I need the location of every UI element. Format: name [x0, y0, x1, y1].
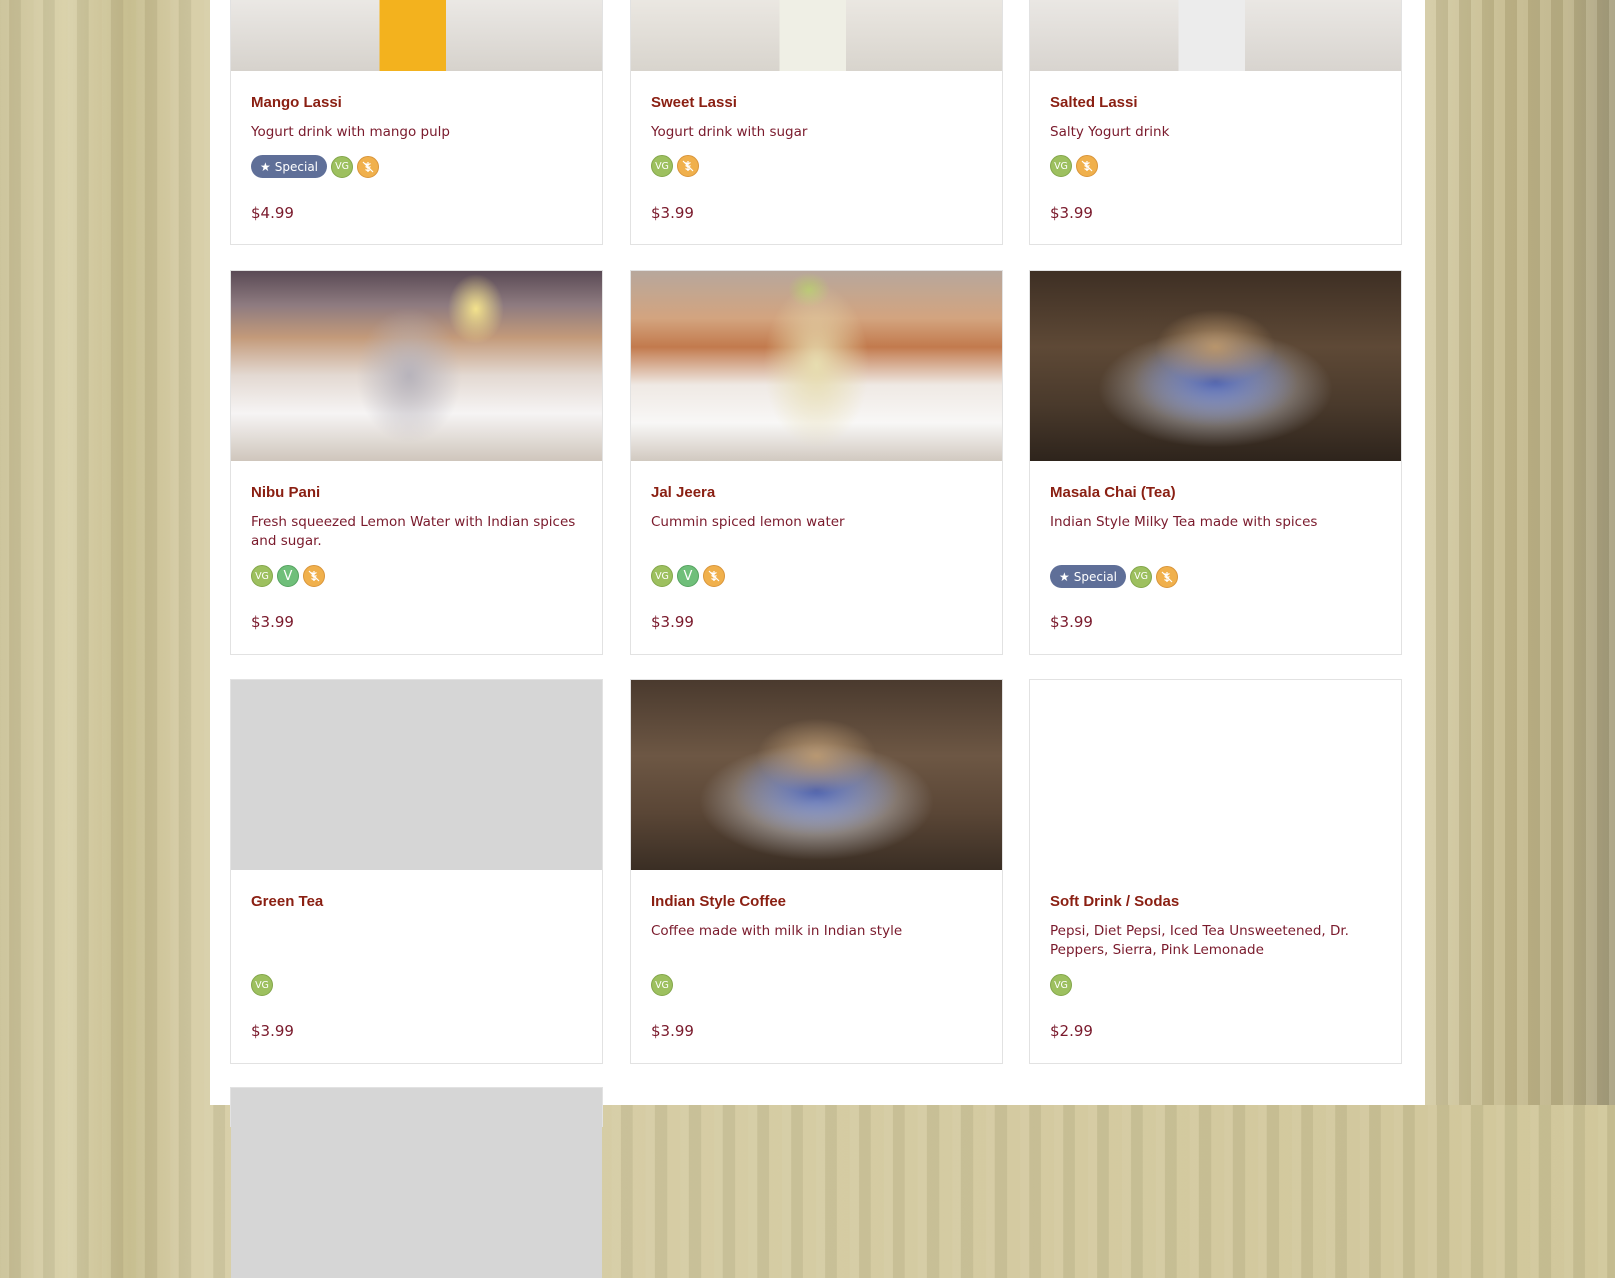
vegetarian-icon: VG	[651, 565, 673, 587]
item-description: Cummin spiced lemon water	[651, 514, 845, 530]
vegan-icon: V	[277, 565, 299, 587]
item-badges: VG	[651, 974, 673, 996]
item-description: Yogurt drink with sugar	[651, 124, 808, 140]
item-price: $3.99	[251, 1022, 294, 1040]
item-description: Pepsi, Diet Pepsi, Iced Tea Unsweetened,…	[1050, 923, 1349, 958]
gluten-free-icon	[357, 155, 380, 178]
item-badges: VG	[1050, 155, 1098, 177]
item-title: Indian Style Coffee	[651, 893, 787, 910]
vegetarian-icon: VG	[651, 155, 673, 177]
item-photo	[1030, 271, 1401, 461]
item-price: $3.99	[251, 613, 294, 631]
item-badges: VG V	[651, 565, 725, 587]
item-price: $3.99	[651, 1022, 694, 1040]
item-badges: ★ Special VG	[251, 155, 380, 178]
item-title: Salted Lassi	[1050, 94, 1138, 111]
gluten-free-icon	[1156, 565, 1179, 588]
vegetarian-icon: VG	[251, 565, 273, 587]
menu-item-card[interactable]: Jal Jeera Cummin spiced lemon water VG V…	[630, 270, 1003, 655]
item-description: Indian Style Milky Tea made with spices	[1050, 514, 1318, 530]
item-title: Mango Lassi	[251, 94, 342, 111]
item-badges: VG	[651, 155, 699, 177]
menu-item-card[interactable]: Green Tea VG $3.99	[230, 679, 603, 1064]
item-photo	[631, 680, 1002, 870]
gluten-free-icon	[303, 565, 325, 587]
item-photo-placeholder	[231, 1088, 602, 1278]
item-price: $3.99	[651, 613, 694, 631]
item-price: $3.99	[651, 204, 694, 222]
gluten-free-icon	[703, 565, 725, 587]
vegetarian-icon: VG	[1050, 155, 1072, 177]
vegetarian-icon: VG	[1130, 565, 1153, 588]
vegetarian-icon: VG	[331, 155, 354, 178]
menu-item-card[interactable]: Mango Lassi Yogurt drink with mango pulp…	[230, 0, 603, 245]
item-photo	[631, 271, 1002, 461]
menu-item-card[interactable]: Indian Style Coffee Coffee made with mil…	[630, 679, 1003, 1064]
vegetarian-icon: VG	[651, 974, 673, 996]
item-photo	[231, 271, 602, 461]
item-photo-placeholder	[231, 680, 602, 870]
special-badge: ★ Special	[1050, 565, 1127, 588]
item-badges: ★ Special VG	[1050, 565, 1179, 588]
gluten-free-icon	[677, 155, 699, 177]
item-title: Soft Drink / Sodas	[1050, 893, 1180, 910]
item-title: Nibu Pani	[251, 484, 321, 501]
menu-item-card[interactable]: Salted Lassi Salty Yogurt drink VG $3.99	[1029, 0, 1402, 245]
star-icon: ★	[1059, 569, 1070, 584]
menu-item-card[interactable]: Soft Drink / Sodas Pepsi, Diet Pepsi, Ic…	[1029, 679, 1402, 1064]
item-description: Yogurt drink with mango pulp	[251, 124, 450, 140]
item-description: Coffee made with milk in Indian style	[651, 923, 903, 939]
item-price: $2.99	[1050, 1022, 1093, 1040]
item-title: Sweet Lassi	[651, 94, 737, 111]
menu-item-card[interactable]: Sweet Lassi Yogurt drink with sugar VG $…	[630, 0, 1003, 245]
star-icon: ★	[260, 159, 271, 174]
vegetarian-icon: VG	[1050, 974, 1072, 996]
vegan-icon: V	[677, 565, 699, 587]
menu-item-card[interactable]: Masala Chai (Tea) Indian Style Milky Tea…	[1029, 270, 1402, 655]
item-title: Green Tea	[251, 893, 324, 910]
item-title: Masala Chai (Tea)	[1050, 484, 1176, 501]
item-description: Salty Yogurt drink	[1050, 124, 1170, 140]
item-badges: VG	[1050, 974, 1072, 996]
menu-panel: Mango Lassi Yogurt drink with mango pulp…	[210, 0, 1425, 1278]
menu-item-card[interactable]	[230, 1087, 603, 1278]
item-badges: VG	[251, 974, 273, 996]
item-photo	[1030, 0, 1401, 71]
item-photo	[631, 0, 1002, 71]
item-price: $3.99	[1050, 613, 1093, 631]
menu-item-card[interactable]: Nibu Pani Fresh squeezed Lemon Water wit…	[230, 270, 603, 655]
item-title: Jal Jeera	[651, 484, 716, 501]
item-price: $3.99	[1050, 204, 1093, 222]
item-photo-placeholder	[1030, 680, 1401, 870]
vegetarian-icon: VG	[251, 974, 273, 996]
item-badges: VG V	[251, 565, 325, 587]
special-badge: ★ Special	[251, 155, 328, 178]
item-description: Fresh squeezed Lemon Water with Indian s…	[251, 514, 576, 549]
background-right	[1425, 0, 1615, 1105]
item-price: $4.99	[251, 204, 294, 222]
item-photo	[231, 0, 602, 71]
gluten-free-icon	[1076, 155, 1098, 177]
